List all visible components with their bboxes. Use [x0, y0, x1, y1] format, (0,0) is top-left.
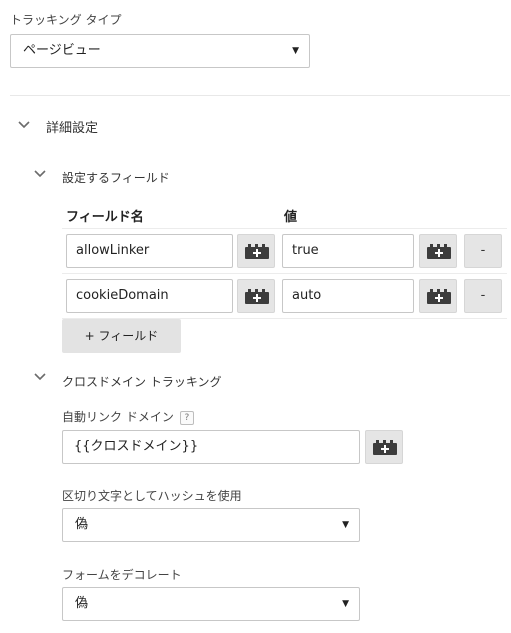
remove-field-button[interactable]: - [464, 234, 502, 268]
caret-down-icon: ▼ [342, 599, 349, 609]
variable-picker-button[interactable] [365, 430, 403, 464]
chevron-down-icon[interactable] [33, 167, 47, 181]
variable-picker-button[interactable] [237, 234, 275, 268]
auto-link-domains-input[interactable]: {{クロスドメイン}} [62, 430, 360, 464]
use-hash-select[interactable]: 偽 ▼ [62, 508, 360, 542]
tracking-type-label: トラッキング タイプ [10, 13, 122, 27]
variable-picker-icon [373, 440, 397, 455]
variable-picker-icon [427, 289, 451, 304]
variable-picker-button[interactable] [419, 279, 457, 313]
fields-to-set-title[interactable]: 設定するフィールド [62, 169, 170, 186]
field-name-input[interactable]: cookieDomain [66, 279, 233, 313]
value-column-header: 値 [284, 210, 298, 225]
caret-down-icon: ▼ [342, 520, 349, 530]
row-divider [62, 273, 507, 274]
remove-field-button[interactable]: - [464, 279, 502, 313]
decorate-form-select[interactable]: 偽 ▼ [62, 587, 360, 621]
use-hash-value: 偽 [75, 517, 89, 532]
field-value-input[interactable]: true [282, 234, 414, 268]
auto-link-domains-label-text: 自動リンク ドメイン [62, 410, 174, 424]
caret-down-icon: ▼ [292, 46, 299, 56]
auto-link-domains-label: 自動リンク ドメイン? [62, 408, 194, 425]
add-field-button[interactable]: + フィールド [62, 319, 181, 353]
field-name-column-header: フィールド名 [66, 210, 144, 225]
use-hash-label: 区切り文字としてハッシュを使用 [62, 489, 242, 503]
chevron-down-icon[interactable] [17, 118, 31, 132]
help-icon[interactable]: ? [179, 411, 194, 425]
decorate-form-label: フォームをデコレート [62, 568, 182, 582]
variable-picker-button[interactable] [237, 279, 275, 313]
tracking-type-value: ページビュー [23, 43, 101, 58]
field-name-input[interactable]: allowLinker [66, 234, 233, 268]
chevron-down-icon[interactable] [33, 370, 47, 384]
field-value-input[interactable]: auto [282, 279, 414, 313]
variable-picker-icon [245, 244, 269, 259]
advanced-settings-title[interactable]: 詳細設定 [46, 117, 98, 136]
table-header-divider [62, 228, 507, 229]
cross-domain-title[interactable]: クロスドメイン トラッキング [62, 373, 221, 390]
variable-picker-icon [245, 289, 269, 304]
variable-picker-button[interactable] [419, 234, 457, 268]
section-divider [10, 95, 510, 96]
tracking-type-select[interactable]: ページビュー ▼ [10, 34, 310, 68]
variable-picker-icon [427, 244, 451, 259]
decorate-form-value: 偽 [75, 596, 89, 611]
